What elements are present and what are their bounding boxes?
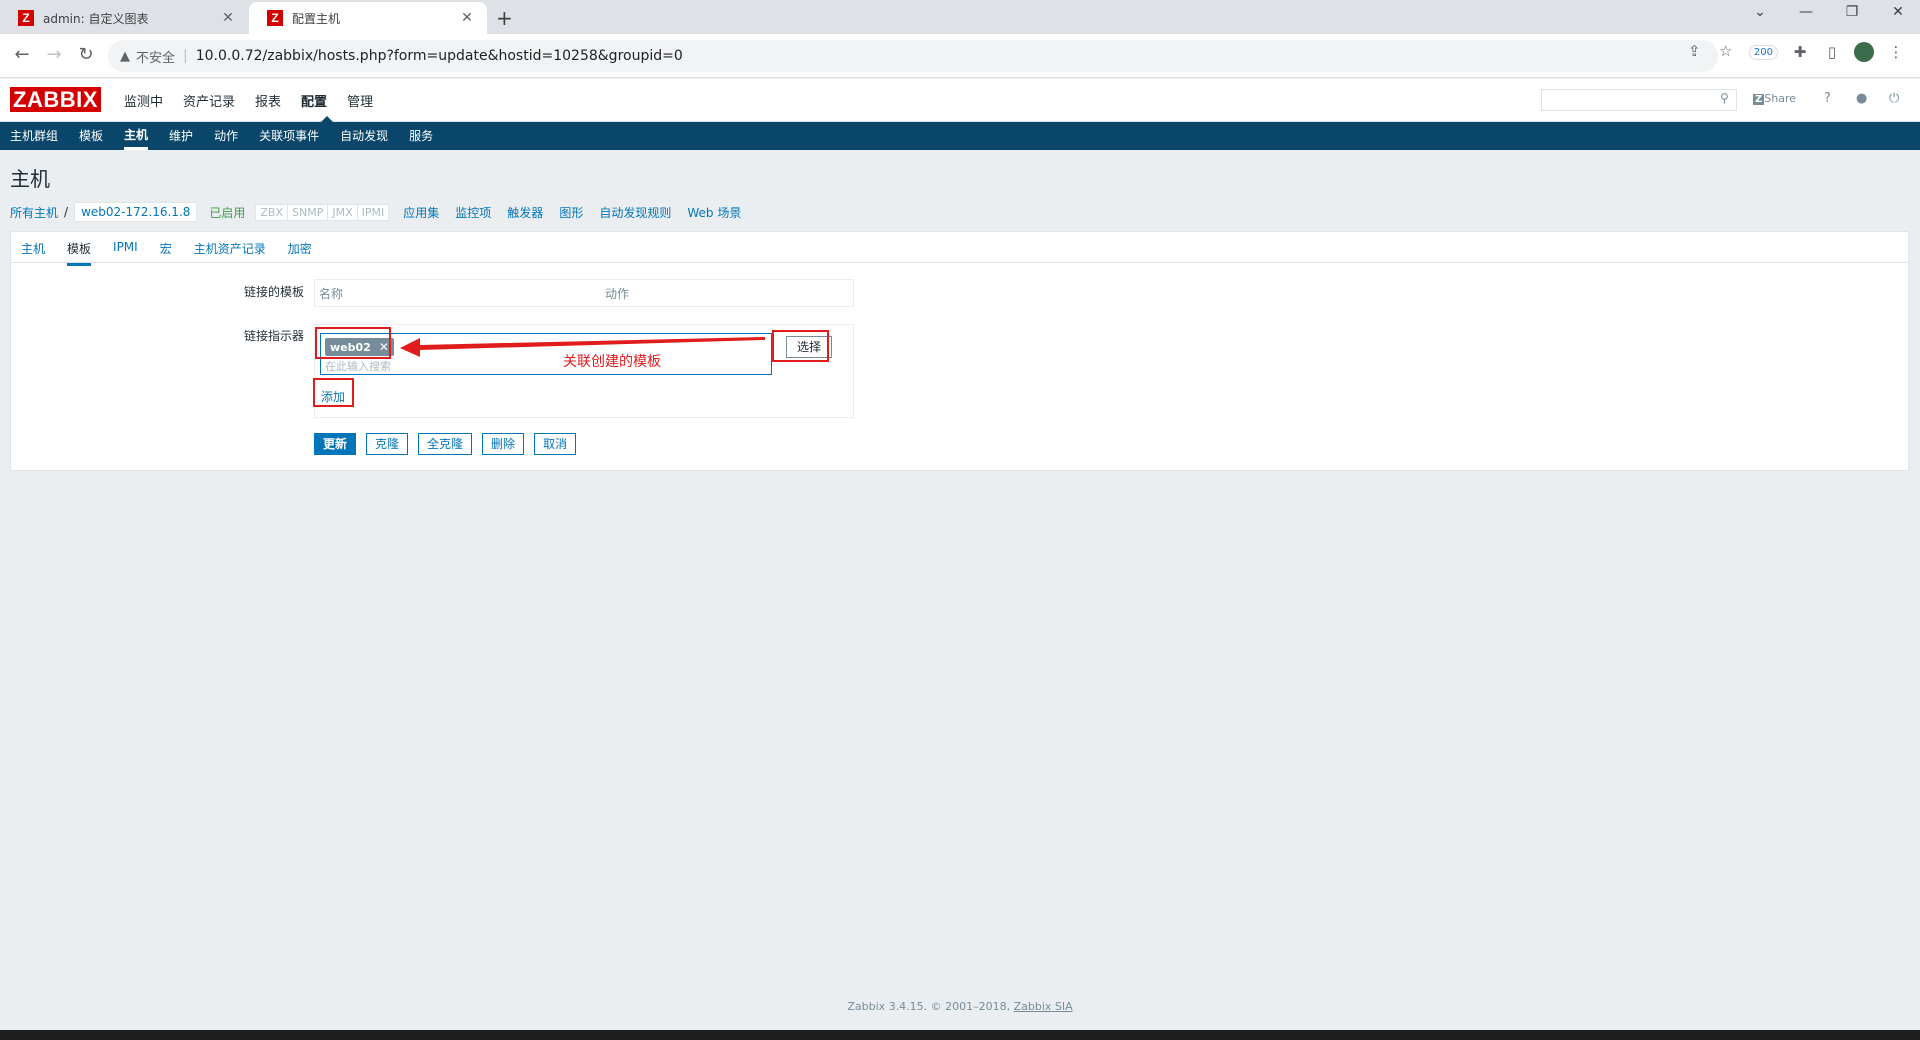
share-label: Share <box>1764 92 1797 105</box>
footer-text: Zabbix 3.4.15. © 2001–2018, <box>847 1000 1011 1013</box>
browser-tab-title: admin: 自定义图表 <box>43 11 149 26</box>
global-search-input[interactable] <box>1541 89 1737 111</box>
form-button-row: 更新 克隆 全克隆 删除 取消 <box>314 433 577 455</box>
close-tab-icon[interactable]: ✕ <box>459 10 475 26</box>
url-text: 10.0.0.72/zabbix/hosts.php?form=update&h… <box>195 48 683 64</box>
search-icon[interactable]: ⚲ <box>1720 91 1729 105</box>
template-search-input[interactable]: 在此输入搜索 <box>325 358 391 374</box>
linked-templates-label: 链接的模板 <box>243 285 304 299</box>
browser-tab-strip: Z admin: 自定义图表 ✕ Z 配置主机 ✕ + ⌄ — ❐ ✕ <box>0 0 1920 34</box>
url-separator: | <box>183 48 188 64</box>
extension-bar: 200 ✚ ▯ ⋮ <box>1748 42 1906 62</box>
annotation-box-select <box>772 330 829 362</box>
address-bar[interactable]: ▲ 不安全 | 10.0.0.72/zabbix/hosts.php?form=… <box>108 40 1718 72</box>
close-window-icon[interactable]: ✕ <box>1878 4 1918 20</box>
submenu-services[interactable]: 服务 <box>409 122 433 150</box>
current-host-link[interactable]: web02-172.16.1.8 <box>74 202 198 222</box>
browser-tab-config-host[interactable]: Z 配置主机 ✕ <box>249 2 487 34</box>
cancel-button[interactable]: 取消 <box>534 433 577 455</box>
tab-search-chevron-icon[interactable]: ⌄ <box>1740 4 1780 20</box>
linked-templates-table: 名称 动作 <box>314 279 854 307</box>
share-button[interactable]: Z Share <box>1753 92 1796 105</box>
share-page-icon[interactable]: ⇪ <box>1688 42 1701 60</box>
column-name: 名称 <box>319 286 344 301</box>
delete-button[interactable]: 删除 <box>482 433 525 455</box>
availability-zbx: ZBX <box>256 204 289 220</box>
page-footer: Zabbix 3.4.15. © 2001–2018, Zabbix SIA <box>0 1000 1920 1013</box>
all-hosts-link[interactable]: 所有主机 <box>10 204 58 221</box>
config-sub-menu: 主机群组 模板 主机 维护 动作 关联项事件 自动发现 服务 <box>0 122 1920 150</box>
submenu-host-groups[interactable]: 主机群组 <box>10 122 58 150</box>
host-breadcrumb-bar: 所有主机 / web02-172.16.1.8 已启用 ZBX SNMP JMX… <box>10 201 741 223</box>
breadcrumb-separator: / <box>64 205 69 219</box>
close-tab-icon[interactable]: ✕ <box>220 10 236 26</box>
browser-tab-title: 配置主机 <box>292 11 341 26</box>
reload-icon[interactable]: ↻ <box>74 44 98 65</box>
submenu-templates[interactable]: 模板 <box>79 122 103 150</box>
taskbar-strip <box>0 1030 1920 1040</box>
host-element-links: 应用集 监控项 触发器 图形 自动发现规则 Web 场景 <box>403 204 741 221</box>
host-status-enabled[interactable]: 已启用 <box>209 204 245 221</box>
host-form-panel: 主机 模板 IPMI 宏 主机资产记录 加密 链接的模板 名称 动作 链接指示器… <box>10 231 1909 471</box>
footer-zabbix-link[interactable]: Zabbix SIA <box>1014 1000 1073 1013</box>
menu-item-monitoring[interactable]: 监测中 <box>124 91 163 110</box>
bookmark-star-icon[interactable]: ☆ <box>1719 42 1732 60</box>
submenu-actions[interactable]: 动作 <box>214 122 238 150</box>
browser-tab-custom-graphs[interactable]: Z admin: 自定义图表 ✕ <box>0 2 248 34</box>
extensions-puzzle-icon[interactable]: ✚ <box>1790 43 1810 61</box>
side-panel-icon[interactable]: ▯ <box>1822 43 1842 61</box>
page-title: 主机 <box>10 167 50 191</box>
warning-icon: ▲ <box>120 48 130 64</box>
clone-button[interactable]: 克隆 <box>366 433 409 455</box>
column-action: 动作 <box>605 286 630 301</box>
submenu-correlation[interactable]: 关联项事件 <box>259 122 319 150</box>
extension-badge[interactable]: 200 <box>1748 44 1778 60</box>
restore-icon[interactable]: ❐ <box>1832 4 1872 20</box>
annotation-box-chip <box>315 327 391 359</box>
menu-item-administration[interactable]: 管理 <box>347 91 373 110</box>
main-menu: 监测中 资产记录 报表 配置 管理 <box>124 91 373 110</box>
help-icon[interactable]: ? <box>1824 91 1831 106</box>
availability-ipmi: IPMI <box>361 205 385 219</box>
zabbix-logo[interactable]: ZABBIX <box>10 87 101 112</box>
availability-jmx: JMX <box>328 204 358 220</box>
zabbix-favicon-icon: Z <box>267 10 283 26</box>
zabbix-favicon-icon: Z <box>18 10 34 26</box>
browser-menu-icon[interactable]: ⋮ <box>1886 43 1906 61</box>
submenu-hosts[interactable]: 主机 <box>124 122 149 150</box>
submenu-discovery[interactable]: 自动发现 <box>340 122 388 150</box>
update-button[interactable]: 更新 <box>314 433 357 455</box>
triggers-link[interactable]: 触发器 <box>507 204 543 221</box>
web-scenarios-link[interactable]: Web 场景 <box>687 204 741 221</box>
annotation-text: 关联创建的模板 <box>563 354 661 370</box>
zabbix-top-nav: ZABBIX 监测中 资产记录 报表 配置 管理 ⚲ Z Share ? ● ⏻ <box>0 79 1920 122</box>
forward-icon[interactable]: → <box>42 44 66 65</box>
profile-avatar[interactable] <box>1854 42 1874 62</box>
availability-indicators: ZBX SNMP JMX IPMI <box>255 203 390 221</box>
menu-item-reports[interactable]: 报表 <box>255 91 281 110</box>
graphs-link[interactable]: 图形 <box>559 204 583 221</box>
items-link[interactable]: 监控项 <box>455 204 491 221</box>
menu-item-inventory[interactable]: 资产记录 <box>183 91 235 110</box>
browser-toolbar: ← → ↻ ▲ 不安全 | 10.0.0.72/zabbix/hosts.php… <box>0 34 1920 78</box>
sign-out-icon[interactable]: ⏻ <box>1889 91 1899 106</box>
annotation-box-add <box>313 378 354 407</box>
link-indicator-label: 链接指示器 <box>243 329 304 343</box>
full-clone-button[interactable]: 全克隆 <box>418 433 473 455</box>
new-tab-button[interactable]: + <box>496 6 513 30</box>
applications-link[interactable]: 应用集 <box>403 204 439 221</box>
back-icon[interactable]: ← <box>10 44 34 65</box>
menu-item-configuration[interactable]: 配置 <box>301 91 327 110</box>
submenu-maintenance[interactable]: 维护 <box>169 122 193 150</box>
discovery-rules-link[interactable]: 自动发现规则 <box>599 204 671 221</box>
user-profile-icon[interactable]: ● <box>1856 91 1867 106</box>
not-secure-label: 不安全 <box>136 50 176 66</box>
tab-divider <box>11 262 1908 263</box>
availability-snmp: SNMP <box>288 204 329 220</box>
minimize-icon[interactable]: — <box>1786 4 1826 20</box>
